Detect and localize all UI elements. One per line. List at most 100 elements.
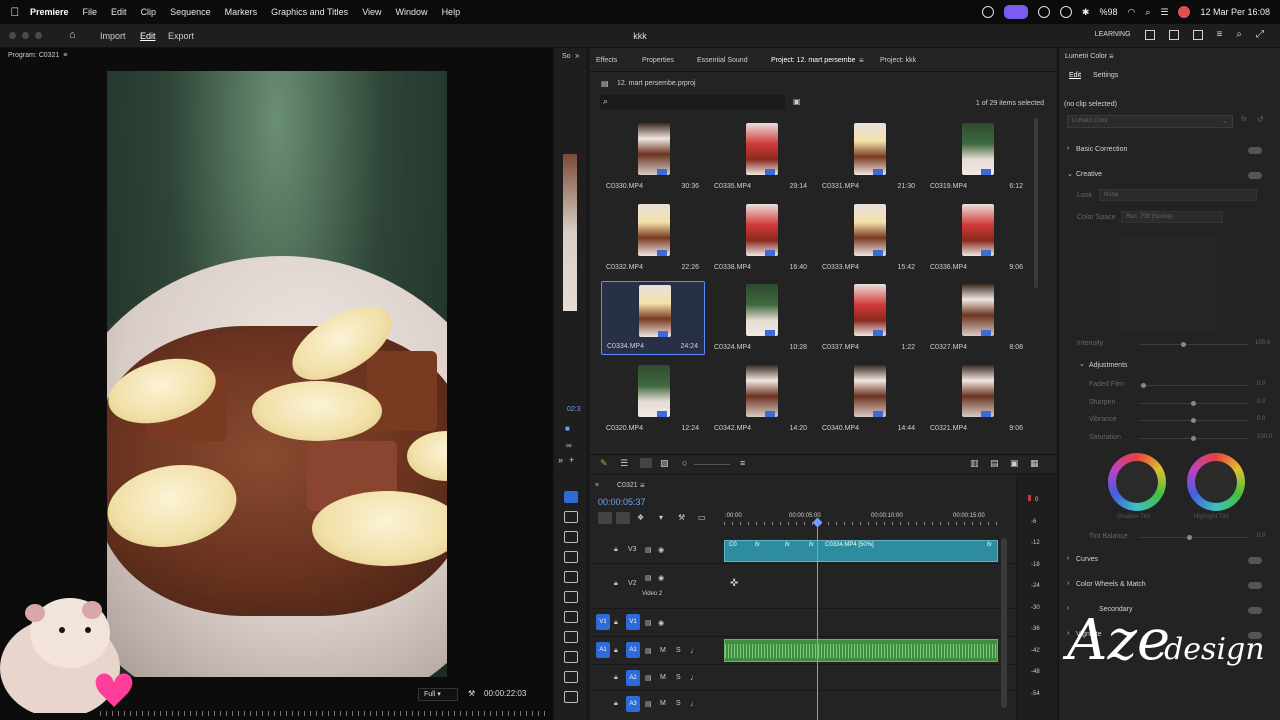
mute-icon[interactable]: M [660, 674, 666, 681]
project-clip-item[interactable]: C0342.MP4 14:20 [709, 362, 813, 436]
ripple-edit-tool[interactable] [564, 531, 578, 543]
lumetri-tab-settings[interactable]: Settings [1093, 72, 1118, 79]
track-target-v1[interactable]: V1 [626, 614, 640, 630]
clock[interactable]: 12 Mar Per 16:08 [1200, 7, 1270, 17]
tab-project-kkk[interactable]: Project: kkk [880, 57, 916, 64]
track-target-a3[interactable]: A3 [626, 696, 640, 712]
slider-knob[interactable] [1191, 418, 1196, 423]
project-clip-item[interactable]: C0327.MP4 8:08 [925, 281, 1029, 355]
workspace-label[interactable]: LEARNING [1095, 31, 1131, 38]
control-center-icon[interactable]: ☰ [1160, 7, 1168, 18]
project-clip-item[interactable]: C0319.MP4 6:12 [925, 120, 1029, 194]
timeline-timecode[interactable]: 00:00:05:37 [598, 497, 646, 507]
project-clip-item[interactable]: C0320.MP4 12:24 [601, 362, 705, 436]
icon-view-button[interactable] [640, 458, 652, 468]
project-clip-item[interactable]: C0338.MP4 16:40 [709, 201, 813, 275]
loop-icon[interactable]: ∞ [566, 441, 572, 450]
apple-icon[interactable]:  [0, 5, 30, 19]
slider-knob[interactable] [1191, 435, 1196, 441]
caption-tool[interactable] [564, 691, 578, 703]
add-icon[interactable]: + [569, 455, 574, 465]
new-bin-icon[interactable]: ▣ [793, 97, 801, 106]
track-target-a2[interactable]: A2 [626, 670, 640, 686]
project-clip-item[interactable]: C0330.MP4 30:36 [601, 120, 705, 194]
lumetri-tab-edit[interactable]: Edit [1069, 72, 1081, 79]
chevron-right-icon[interactable]: › [1067, 555, 1069, 562]
section-basic-correction[interactable]: Basic Correction [1076, 146, 1127, 153]
mic-icon[interactable]: ♩ [690, 699, 698, 708]
lock-icon[interactable]: 🔒︎ [614, 619, 618, 627]
wifi-icon[interactable]: ◠ [1127, 7, 1135, 18]
section-curves[interactable]: Curves [1076, 556, 1098, 563]
magnify-icon[interactable]: ⌕ [1236, 29, 1242, 40]
timeline-audio-clip[interactable] [724, 639, 998, 662]
eye-icon[interactable]: ◉ [658, 619, 664, 627]
sync-icon[interactable]: ▤ [645, 700, 652, 708]
chevron-right-icon[interactable]: › [1067, 145, 1069, 152]
project-clip-item[interactable]: C0331.MP4 21:30 [817, 120, 921, 194]
program-scrub-bar[interactable] [100, 711, 550, 716]
sync-icon[interactable]: ▤ [645, 647, 652, 655]
source-patch-v1[interactable]: V1 [596, 614, 610, 630]
slider-knob[interactable] [1191, 400, 1196, 406]
lock-icon[interactable]: 🔒︎ [614, 580, 618, 588]
menu-file[interactable]: File [83, 7, 98, 17]
intensity-slider[interactable] [1139, 342, 1249, 347]
slider-knob[interactable] [1141, 383, 1146, 388]
panel-icon[interactable] [1144, 29, 1155, 40]
project-clip-item[interactable]: C0336.MP4 9:06 [925, 201, 1029, 275]
hand-tool[interactable] [564, 631, 578, 643]
search-icon[interactable]: ⌕ [1145, 7, 1150, 18]
menu-clip[interactable]: Clip [141, 7, 157, 17]
rectangle-tool[interactable] [564, 611, 578, 623]
share-icon[interactable] [1168, 29, 1179, 40]
fx-toggle[interactable]: fx [1241, 116, 1246, 123]
menu-sequence[interactable]: Sequence [170, 7, 211, 17]
marker-icon[interactable]: ■ [565, 424, 570, 433]
project-clip-item[interactable]: C0333.MP4 15:42 [817, 201, 921, 275]
mic-icon[interactable]: ♩ [690, 646, 698, 655]
mute-icon[interactable]: M [660, 700, 666, 707]
settings-icon[interactable]: ⚒ [678, 513, 685, 522]
slip-tool[interactable] [564, 571, 578, 583]
tab-essential-sound[interactable]: Essential Sound [697, 57, 748, 64]
adjustment-slider[interactable] [1139, 418, 1249, 423]
captions-icon[interactable]: ▭ [698, 513, 706, 522]
sync-icon[interactable]: ▤ [645, 619, 652, 627]
bluetooth-icon[interactable]: ✱ [1082, 7, 1090, 18]
type-tool[interactable] [564, 671, 578, 683]
tab-properties[interactable]: Properties [642, 57, 674, 64]
creative-toggle[interactable] [1248, 172, 1262, 179]
track-target-a1[interactable]: A1 [626, 642, 640, 658]
project-clip-item[interactable]: C0321.MP4 9:06 [925, 362, 1029, 436]
slider-knob[interactable] [1181, 342, 1186, 347]
project-clip-item[interactable]: C0332.MP4 22:26 [601, 201, 705, 275]
eye-icon[interactable]: ◉ [658, 546, 664, 554]
section-creative[interactable]: Creative [1076, 171, 1102, 178]
automate-icon[interactable]: ▥ [970, 458, 979, 469]
look-dropdown[interactable]: None [1099, 189, 1257, 201]
lock-icon[interactable]: 🔒︎ [614, 647, 618, 655]
chevron-down-icon[interactable]: ⌄ [1067, 170, 1073, 178]
lock-icon[interactable]: 🔒︎ [614, 700, 618, 708]
screen-share-icon[interactable] [1003, 5, 1028, 19]
list-view-icon[interactable]: ☰ [620, 458, 628, 469]
track-select-tool[interactable] [564, 511, 578, 523]
razor-tool[interactable] [564, 551, 578, 563]
solo-icon[interactable]: S [676, 674, 681, 681]
timeline-clip-v3[interactable]: C0 C0334.MP4 [50%] fx fx fx fx [724, 540, 998, 562]
expand-icon[interactable]: » [575, 51, 579, 60]
freeform-view-icon[interactable]: ▧ [660, 458, 669, 469]
solo-icon[interactable]: S [676, 647, 681, 654]
selection-tool[interactable] [564, 491, 578, 503]
tab-menu-icon[interactable]: ≡ [859, 56, 864, 65]
sync-icon[interactable]: ▤ [645, 546, 652, 554]
adjustment-slider[interactable] [1139, 383, 1249, 388]
color-wheels-toggle[interactable] [1248, 582, 1262, 589]
highlight-tint-wheel[interactable] [1187, 453, 1245, 511]
source-patch-a1[interactable]: A1 [596, 642, 610, 658]
adjustment-slider[interactable] [1139, 435, 1249, 441]
moon-icon[interactable] [1059, 6, 1072, 18]
pencil-icon[interactable]: ✎ [600, 458, 608, 469]
tab-project-active[interactable]: Project: 12. mart persembe [771, 57, 855, 64]
